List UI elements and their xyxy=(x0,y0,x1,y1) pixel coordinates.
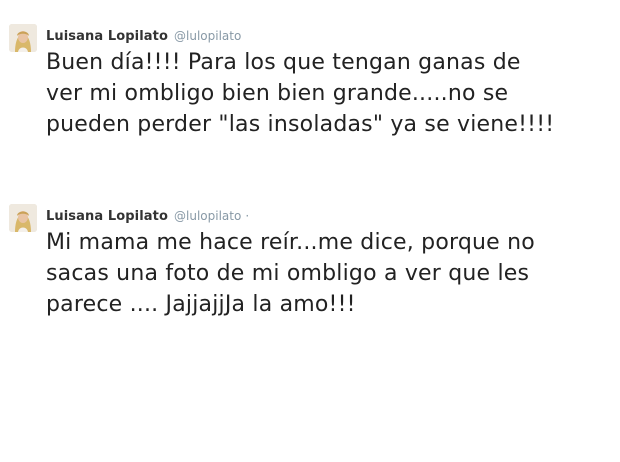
tweet-text: Mi mama me hace reír...me dice, porque n… xyxy=(46,230,535,317)
tweet-header: Luisana Lopilato @lulopilato xyxy=(46,27,241,45)
avatar[interactable] xyxy=(9,24,37,52)
user-handle[interactable]: @lulopilato xyxy=(174,209,241,223)
tweet-2: Luisana Lopilato @lulopilato · Mi mama me … xyxy=(0,190,620,370)
user-name[interactable]: Luisana Lopilato xyxy=(46,209,168,224)
avatar-image xyxy=(9,24,37,52)
tweet-stream: Luisana Lopilato @lulopilato Buen día!!!!… xyxy=(0,0,620,462)
tweet-text: Buen día!!!! Para los que tengan ganas d… xyxy=(46,50,555,137)
separator-dot: · xyxy=(245,209,250,223)
avatar-image xyxy=(9,204,37,232)
tweet-1: Luisana Lopilato @lulopilato Buen día!!!!… xyxy=(0,0,620,170)
user-handle[interactable]: @lulopilato xyxy=(174,29,241,43)
user-name[interactable]: Luisana Lopilato xyxy=(46,29,168,44)
avatar[interactable] xyxy=(9,204,37,232)
tweet-header: Luisana Lopilato @lulopilato · xyxy=(46,207,249,225)
